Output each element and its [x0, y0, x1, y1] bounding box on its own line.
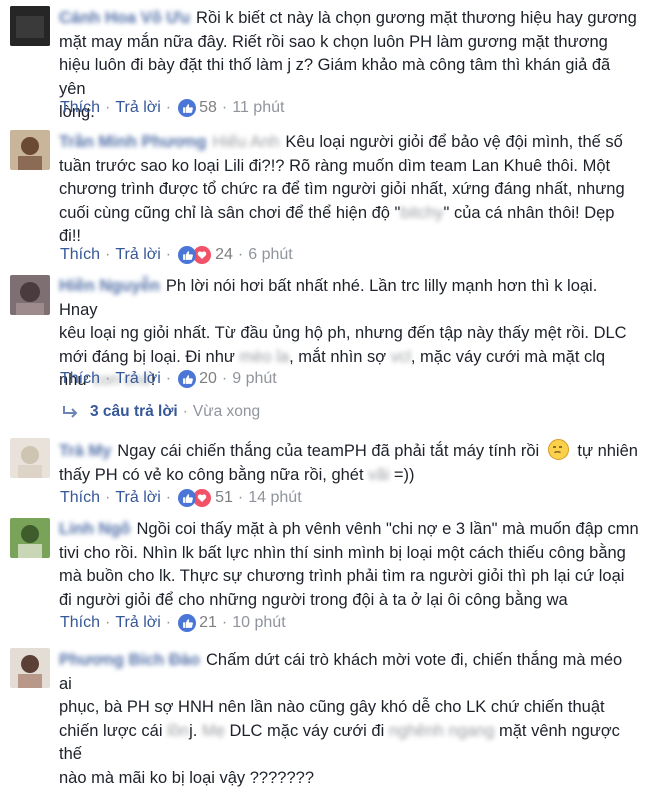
timestamp[interactable]: 6 phút: [248, 245, 292, 265]
unamused-face-icon: [547, 439, 569, 460]
censored-word: vãi: [368, 465, 390, 484]
censored-word: mèo ỉa: [239, 347, 290, 366]
avatar-image-icon: [10, 130, 50, 170]
like-reaction-icon[interactable]: [178, 246, 197, 264]
reply-arrow-icon: [63, 406, 78, 418]
reaction-count[interactable]: 21: [199, 613, 217, 633]
avatar-image-icon: [10, 275, 50, 315]
view-replies-link[interactable]: 3 câu trả lời · Vừa xong: [62, 402, 260, 422]
like-link[interactable]: Thích: [60, 98, 100, 118]
avatar[interactable]: [10, 518, 50, 558]
comment-text: Trà My Ngay cái chiến thắng của teamPH đã…: [59, 439, 639, 487]
comment-text: Phương Bích Đào Chấm dứt cái trò khách mờ…: [59, 649, 623, 787]
comment-actions: Thích · Trả lời · 21 · 10 phút: [60, 613, 286, 633]
censored-word: bitchy: [400, 203, 444, 222]
avatar[interactable]: [10, 6, 50, 46]
comment-text: Trần Minh Phương Hiếu Anh Kêu loại người g…: [59, 131, 625, 245]
like-link[interactable]: Thích: [60, 369, 100, 389]
reply-link[interactable]: Trả lời: [115, 98, 160, 118]
censored-word: nghênh ngang: [388, 721, 495, 740]
replies-timestamp: Vừa xong: [192, 403, 261, 420]
like-link[interactable]: Thích: [60, 613, 100, 633]
commenter-name[interactable]: Cánh Hoa Vô Ưu: [59, 7, 190, 31]
censored-word: Mẹ: [201, 721, 225, 740]
avatar-image-icon: [10, 6, 50, 46]
timestamp[interactable]: 9 phút: [232, 369, 276, 389]
avatar-image-icon: [10, 438, 50, 478]
like-reaction-icon[interactable]: [178, 99, 197, 117]
like-reaction-icon[interactable]: [178, 614, 197, 632]
censored-word: lồn: [167, 721, 190, 740]
reply-link[interactable]: Trả lời: [115, 245, 160, 265]
timestamp[interactable]: 11 phút: [232, 98, 284, 118]
commenter-name[interactable]: Trà My: [59, 440, 111, 464]
like-reaction-icon[interactable]: [178, 370, 197, 388]
reaction-count[interactable]: 51: [215, 488, 233, 508]
avatar[interactable]: [10, 438, 50, 478]
reply-link[interactable]: Trả lời: [115, 613, 160, 633]
commenter-name[interactable]: Trần Minh Phương: [59, 131, 206, 155]
avatar[interactable]: [10, 130, 50, 170]
comment-actions: Thích · Trả lời · 58 · 11 phút: [60, 98, 285, 118]
like-link[interactable]: Thích: [60, 488, 100, 508]
mutual-friend-label: Hiếu Anh: [212, 133, 280, 151]
replies-count-label[interactable]: 3 câu trả lời: [90, 402, 178, 422]
avatar[interactable]: [10, 275, 50, 315]
reaction-count[interactable]: 20: [199, 369, 217, 389]
commenter-name[interactable]: Linh Ngô: [59, 518, 130, 542]
avatar-image-icon: [10, 518, 50, 558]
comment-actions: Thích · Trả lời · 51 · 14 phút: [60, 488, 302, 508]
comment-actions: Thích · Trả lời · 24 · 6 phút: [60, 245, 293, 265]
avatar-image-icon: [10, 648, 50, 688]
commenter-name[interactable]: Hiền Nguyễn: [59, 275, 160, 299]
like-link[interactable]: Thích: [60, 245, 100, 265]
censored-word: vcl: [390, 347, 411, 366]
comment-actions: Thích · Trả lời · 20 · 9 phút: [60, 369, 277, 389]
reaction-count[interactable]: 24: [215, 245, 233, 265]
reply-link[interactable]: Trả lời: [115, 488, 160, 508]
like-reaction-icon[interactable]: [178, 489, 197, 507]
timestamp[interactable]: 14 phút: [248, 488, 301, 508]
timestamp[interactable]: 10 phút: [232, 613, 285, 633]
reply-link[interactable]: Trả lời: [115, 369, 160, 389]
commenter-name[interactable]: Phương Bích Đào: [59, 649, 200, 673]
avatar[interactable]: [10, 648, 50, 688]
comment-text: Linh Ngô Ngồi coi thấy mặt à ph vênh vênh…: [59, 518, 639, 609]
reaction-count[interactable]: 58: [199, 98, 217, 118]
